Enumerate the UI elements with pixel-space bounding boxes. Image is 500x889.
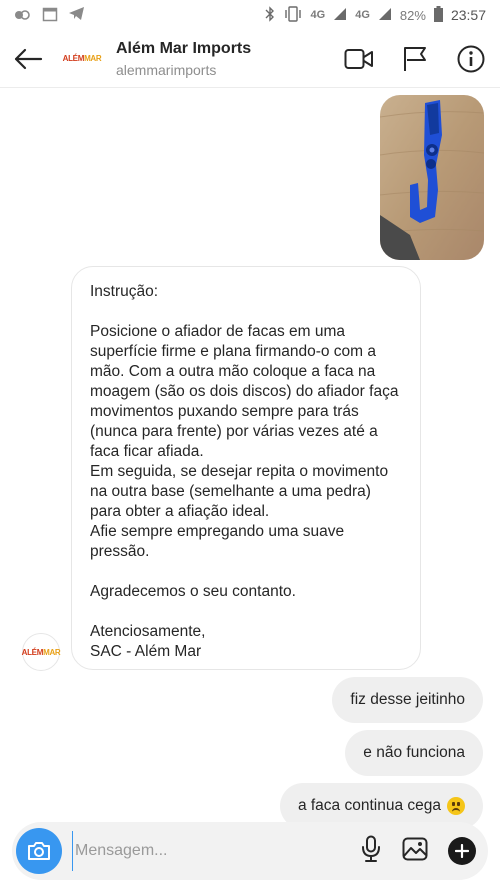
signal-icon-2 [378,7,392,24]
incoming-message: Instrução: Posicione o afiador de facas … [71,266,421,670]
gallery-button[interactable] [402,837,428,866]
clock: 23:57 [450,7,486,23]
outgoing-message: fiz desse jeitinho [332,677,483,723]
calendar-icon [42,6,58,25]
telegram-icon [68,6,85,24]
back-button[interactable] [0,30,56,88]
battery-icon [433,5,443,25]
chat-username: alemmarimports [116,61,217,78]
plus-icon [455,844,469,858]
flag-icon [404,46,426,71]
signal-icon-1 [333,7,347,24]
report-button[interactable] [400,44,430,74]
video-call-button[interactable] [344,44,374,74]
camera-button[interactable] [16,828,62,874]
arrow-left-icon [14,48,43,69]
message-input[interactable] [72,831,360,871]
sender-avatar[interactable]: ALÉMMAR [21,633,61,671]
message-composer [12,822,488,880]
info-button[interactable] [456,44,486,74]
outgoing-message-text: a faca continua cega [297,797,441,814]
knife-sharpener-photo [380,95,484,260]
more-options-button[interactable] [448,837,476,865]
voice-message-button[interactable] [360,835,382,868]
status-bar: 4G 4G 82% 23:57 [0,0,500,30]
brand-logo: ALÉMMAR [62,54,102,63]
network-label-1: 4G [310,9,326,21]
brand-logo-small: ALÉMMAR [21,647,61,657]
bluetooth-icon [265,5,275,25]
header-info[interactable]: Além Mar Imports alemmarimports [116,40,251,78]
chat-header: ALÉMMAR Além Mar Imports alemmarimports [0,30,500,88]
profile-avatar[interactable]: ALÉMMAR [62,39,102,79]
network-label-2: 4G [355,9,370,21]
battery-percent: 82% [399,7,426,23]
chat-title: Além Mar Imports [116,39,252,57]
sent-photo-message[interactable] [380,95,484,260]
video-camera-icon [344,48,373,69]
info-icon [457,45,485,72]
notification-icon [14,7,32,24]
microphone-icon [362,835,380,862]
image-icon [402,837,428,860]
camera-icon [28,842,50,860]
vibrate-icon [283,5,303,25]
outgoing-message: e não funciona [345,730,483,776]
frowning-face-icon [447,797,465,815]
